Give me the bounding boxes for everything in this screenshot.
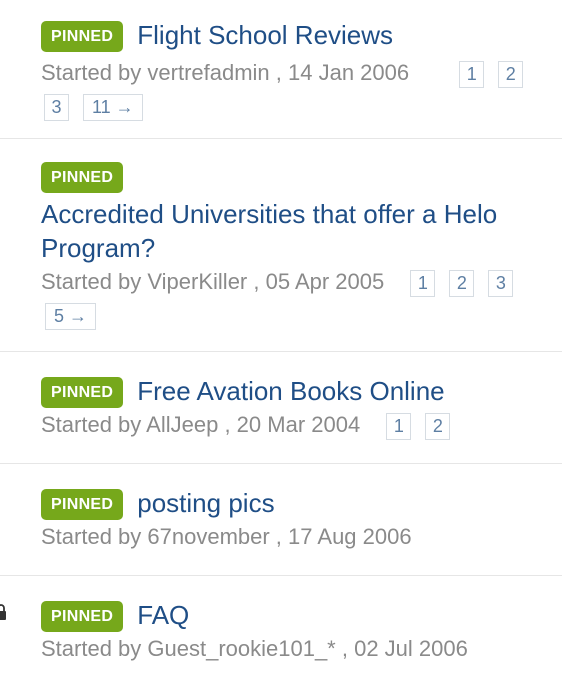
page-link-1[interactable]: 1 [386,412,412,440]
topic-title-line: PINNED Flight School Reviews [41,19,556,52]
topic-meta: Started by vertrefadmin , 14 Jan 2006 12… [41,56,556,123]
lock-icon [0,604,6,620]
topic-title-link[interactable]: posting pics [137,488,274,518]
topic-row: PINNED Flight School Reviews Started by v… [0,0,562,139]
topic-meta: Started by AllJeep , 20 Mar 2004 12 [41,408,556,441]
topic-meta: Started by 67november , 17 Aug 2006 [41,520,556,553]
topic-title-link[interactable]: Free Avation Books Online [137,376,444,406]
topic-started-by: Started by ViperKiller , 05 Apr 2005 [41,269,385,294]
page-link-last[interactable]: 11 → [83,93,143,121]
topic-started-by: Started by Guest_rookie101_* , 02 Jul 20… [41,636,468,661]
topic-pager: 123 [390,269,514,297]
topic-title-line: PINNED FAQ [41,599,556,632]
page-link-2[interactable]: 2 [498,60,524,88]
topic-pager-row2: 3 11 → [44,89,556,123]
topic-started-by: Started by 67november , 17 Aug 2006 [41,524,412,549]
pinned-badge: PINNED [41,601,124,632]
topic-title-line: PINNED Free Avation Books Online [41,375,556,408]
page-link-1[interactable]: 1 [410,269,436,297]
pinned-badge: PINNED [41,21,124,52]
topic-meta: Started by ViperKiller , 05 Apr 2005 123… [41,265,556,332]
page-link-last[interactable]: 5 → [45,302,97,330]
page-link-1[interactable]: 1 [459,60,485,88]
page-link-2[interactable]: 2 [449,269,475,297]
topic-started-by: Started by AllJeep , 20 Mar 2004 [41,412,361,437]
page-link-3[interactable]: 3 [44,93,69,121]
topic-row: PINNED Free Avation Books Online Started … [0,352,562,464]
topic-meta: Started by Guest_rookie101_* , 02 Jul 20… [41,632,556,665]
topic-title-link[interactable]: Flight School Reviews [137,20,393,50]
topic-title-line: PINNED posting pics [41,487,556,520]
topic-pager: 12 [415,60,524,88]
topic-row: PINNED posting pics Started by 67november… [0,464,562,576]
topic-pager: 12 [366,412,451,440]
pinned-badge: PINNED [41,162,124,193]
page-link-2[interactable]: 2 [425,412,451,440]
pinned-badge: PINNED [41,377,124,408]
topic-started-by: Started by vertrefadmin , 14 Jan 2006 [41,60,410,85]
pinned-badge: PINNED [41,489,124,520]
topic-row: PINNED Accredited Universities that offe… [0,139,562,352]
topic-pager-row2: 5 → [45,298,556,332]
topic-row: PINNED FAQ Started by Guest_rookie101_* ,… [0,576,562,686]
topic-title-link[interactable]: Accredited Universities that offer a Hel… [41,197,556,265]
topic-title-line: PINNED Accredited Universities that offe… [41,162,556,265]
topic-title-link[interactable]: FAQ [137,600,189,630]
page-link-3[interactable]: 3 [488,269,514,297]
